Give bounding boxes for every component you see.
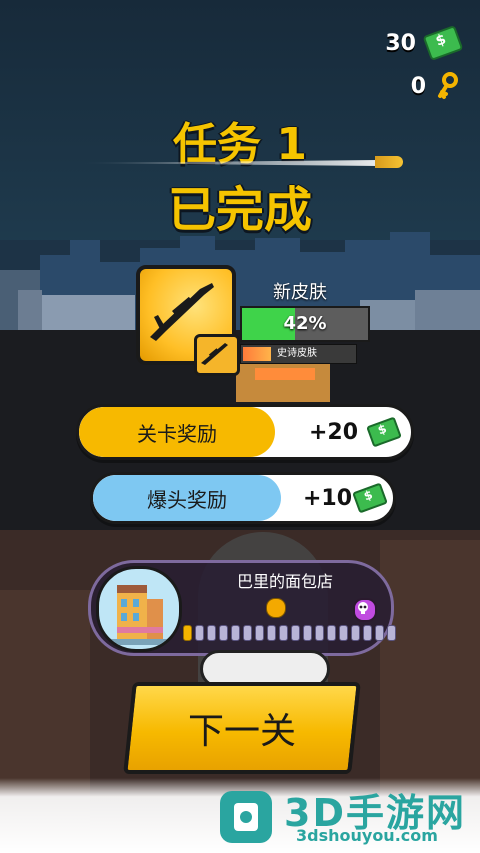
cash-icon	[366, 416, 402, 448]
headshot-reward-row: 爆头奖励 +10	[90, 472, 396, 524]
rifle-marker-icon	[266, 598, 286, 618]
level-progress-dot	[375, 625, 384, 641]
cash-icon	[352, 482, 388, 514]
headshot-reward-label-pill: 爆头奖励	[93, 475, 281, 521]
mission-complete-title: 已完成	[167, 182, 312, 238]
next-level-button[interactable]: 下一关	[123, 682, 361, 774]
rarity-label: 史诗皮肤	[277, 348, 317, 359]
level-reward-label: 关卡奖励	[137, 421, 217, 446]
cash-icon	[422, 24, 464, 62]
level-reward-label-pill: 关卡奖励	[79, 407, 275, 457]
level-progress-dot	[243, 625, 252, 641]
level-progress-dot	[303, 625, 312, 641]
level-progress-dot	[363, 625, 372, 641]
level-progress-dots	[183, 625, 396, 641]
level-progress-dot	[387, 625, 396, 641]
cash-counter: 30	[385, 24, 464, 62]
level-progress-dot	[219, 625, 228, 641]
rarity-color-chip	[243, 347, 271, 361]
skin-progress-text: 42%	[283, 313, 327, 334]
new-skin-label: 新皮肤	[273, 282, 327, 303]
level-progress-dot	[327, 625, 336, 641]
level-progress-dot	[315, 625, 324, 641]
key-counter: 0	[411, 72, 460, 100]
level-progress-dot	[207, 625, 216, 641]
level-location-name: 巴里的面包店	[236, 572, 333, 591]
skull-boss-icon	[353, 598, 377, 622]
level-progress-dot	[195, 625, 204, 641]
level-progress-dot	[291, 625, 300, 641]
level-progress-dot	[351, 625, 360, 641]
level-reward-row: 关卡奖励 +20	[76, 404, 414, 460]
level-progress-dot	[231, 625, 240, 641]
level-progress-dot	[279, 625, 288, 641]
skin-weapon-badge	[194, 334, 240, 376]
level-progress-dot	[339, 625, 348, 641]
bullet-icon	[375, 156, 403, 168]
level-reward-value: +20	[309, 419, 359, 445]
key-value: 0	[410, 73, 426, 99]
rifle-icon	[201, 343, 228, 365]
key-icon	[438, 72, 458, 99]
cash-value: 30	[385, 30, 416, 56]
skin-progress-bar: 42%	[240, 306, 370, 342]
watermark-url: 3dshouyou.com	[296, 826, 438, 845]
watermark-logo-icon	[220, 791, 272, 843]
rarity-badge: 史诗皮肤	[240, 344, 357, 364]
headshot-reward-label: 爆头奖励	[147, 487, 227, 512]
level-progress-dot	[183, 625, 192, 641]
level-progress-dot	[255, 625, 264, 641]
next-level-label: 下一关	[187, 711, 296, 752]
headshot-reward-value: +10	[303, 485, 353, 511]
bakery-building-icon	[109, 585, 169, 645]
level-location-avatar	[96, 566, 182, 652]
level-progress-dot	[267, 625, 276, 641]
